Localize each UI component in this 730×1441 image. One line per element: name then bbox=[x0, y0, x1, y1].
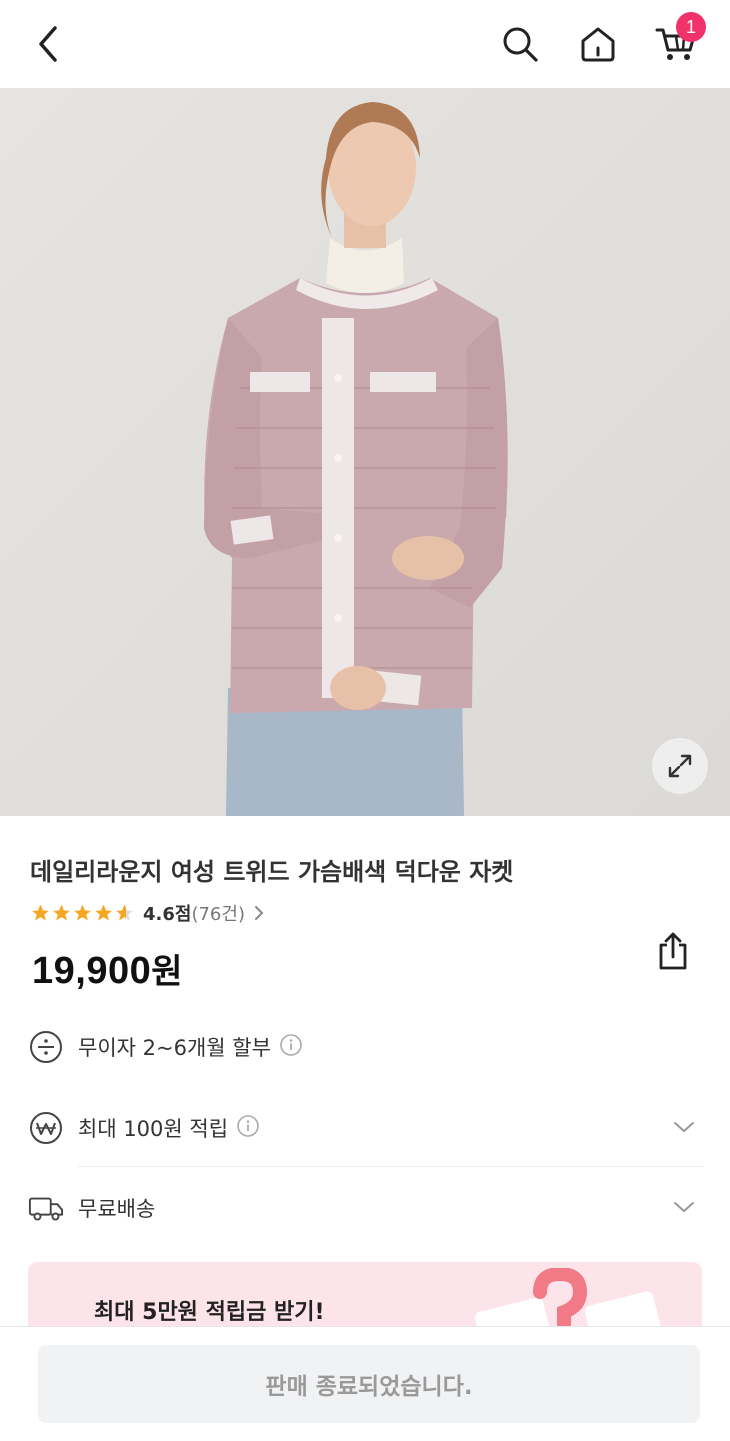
rating-stars bbox=[30, 903, 135, 923]
truck-icon bbox=[28, 1190, 64, 1226]
info-icon[interactable] bbox=[279, 1033, 303, 1062]
expand-icon bbox=[668, 754, 692, 778]
points-label: 최대 100원 적립 bbox=[78, 1117, 229, 1141]
price-value: 19,900 bbox=[32, 950, 152, 992]
shipping-label: 무료배송 bbox=[78, 1197, 156, 1221]
rating-score: 4.6점 bbox=[143, 904, 192, 925]
star-icon bbox=[74, 904, 91, 921]
search-icon bbox=[503, 27, 538, 62]
share-button[interactable] bbox=[650, 928, 696, 974]
rating-link[interactable]: 4.6점 (76건) bbox=[30, 900, 265, 926]
star-icon bbox=[32, 904, 49, 921]
price-unit: 원 bbox=[151, 952, 184, 992]
back-button[interactable] bbox=[22, 18, 74, 70]
home-icon bbox=[581, 27, 615, 62]
points-row[interactable]: 최대 100원 적립 bbox=[28, 1103, 704, 1153]
star-icon bbox=[95, 904, 112, 921]
installment-label: 무이자 2~6개월 할부 bbox=[78, 1036, 271, 1060]
product-image[interactable] bbox=[0, 88, 730, 816]
divider bbox=[78, 1166, 704, 1167]
soldout-button[interactable]: 판매 종료되었습니다. bbox=[38, 1345, 700, 1423]
chevron-left-icon bbox=[39, 26, 57, 62]
banner-text: 최대 5만원 적립금 받기! bbox=[94, 1300, 325, 1325]
product-title: 데일리라운지 여성 트위드 가슴배색 덕다운 자켓 bbox=[30, 858, 514, 886]
product-price: 19,900원 bbox=[32, 944, 183, 993]
won-coin-icon bbox=[28, 1110, 64, 1146]
installment-row: 무이자 2~6개월 할부 bbox=[28, 1022, 704, 1072]
bottom-bar: 판매 종료되었습니다. bbox=[0, 1326, 730, 1441]
home-button[interactable] bbox=[572, 18, 624, 70]
search-button[interactable] bbox=[494, 18, 546, 70]
share-icon bbox=[659, 932, 687, 970]
chevron-down-icon[interactable] bbox=[672, 1115, 696, 1139]
star-icon bbox=[53, 904, 70, 921]
chevron-right-icon bbox=[254, 906, 264, 920]
chevron-down-icon[interactable] bbox=[672, 1195, 696, 1219]
cart-count-badge: 1 bbox=[676, 12, 706, 42]
top-bar: 1 bbox=[0, 0, 730, 88]
star-half-icon bbox=[116, 904, 133, 921]
zoom-button[interactable] bbox=[652, 738, 708, 794]
divide-icon bbox=[28, 1029, 64, 1065]
product-photo bbox=[0, 88, 730, 816]
shipping-row[interactable]: 무료배송 bbox=[28, 1183, 704, 1233]
info-icon[interactable] bbox=[236, 1114, 260, 1143]
review-count: (76건) bbox=[191, 904, 245, 925]
